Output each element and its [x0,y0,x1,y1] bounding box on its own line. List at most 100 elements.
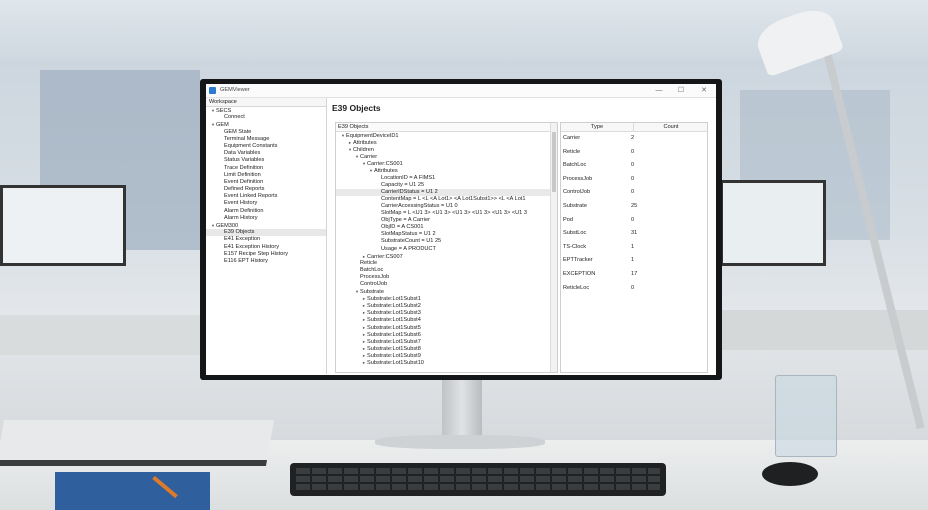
column-header-type[interactable]: Type [561,123,633,132]
tree-node[interactable]: ▸ Substrate:Lot1Subst5 [336,324,557,331]
tree-node[interactable]: ObjType = A Carrier [336,217,557,224]
sidebar-item[interactable]: Event Linked Reports [206,193,326,200]
tree-node-label: ControlJob [360,280,388,287]
tree-node[interactable]: BatchLoc [336,267,557,274]
table-row[interactable]: EXCEPTION 17 [561,268,707,282]
table-row[interactable]: Carrier 2 [561,132,707,146]
background-monitor-left [0,185,126,266]
app-icon [209,87,216,94]
tree-node[interactable]: Usage = A PRODUCT [336,246,557,253]
table-row[interactable]: Reticle 0 [561,146,707,160]
count-cell: 0 [631,189,635,196]
sidebar-item[interactable]: Equipment Constants [206,143,326,150]
sidebar-item[interactable]: ▾ GEM [206,121,326,128]
tree-node[interactable]: ▸ Substrate:Lot1Subst3 [336,309,557,316]
scrollbar-thumb[interactable] [552,132,556,192]
sidebar-item[interactable]: E157 Recipe Step History [206,251,326,258]
sidebar-item[interactable]: Defined Reports [206,186,326,193]
tree-node[interactable]: ▸ Carrier:CS007 [336,253,557,260]
tree-node[interactable]: ControlJob [336,281,557,288]
table-row[interactable]: ReticleLoc 0 [561,282,707,296]
app-window: GEMViewer — ☐ ✕ Workspace ▾ SECS Connect ▾ G… [206,84,716,375]
sidebar-item-label: Trace Definition [224,164,263,171]
table-row[interactable]: Pod 0 [561,214,707,228]
sidebar-item-label: Equipment Constants [224,142,278,149]
tree-node-label: Substrate:Lot1Subst4 [367,317,421,324]
tree-node-label: LocationID = A FIMS1 [381,174,436,181]
sidebar-item-label: Data Variables [224,150,261,157]
tree-node[interactable]: ▸ Substrate:Lot1Subst9 [336,352,557,359]
tree-node[interactable]: ▸ Substrate:Lot1Subst6 [336,331,557,338]
tree-node[interactable]: LocationID = A FIMS1 [336,175,557,182]
sidebar-item[interactable]: ▾ GEM300 [206,222,326,229]
type-cell: TS-Clock [563,243,586,250]
sidebar-item[interactable]: Event History [206,200,326,207]
tree-node[interactable]: ▾ Carrier [336,153,557,160]
tree-node[interactable]: Capacity = U1 25 [336,182,557,189]
window-title: GEMViewer [220,87,250,93]
sidebar-item[interactable]: Trace Definition [206,165,326,172]
column-header-count[interactable]: Count [633,123,707,132]
table-row[interactable]: Substrate 25 [561,200,707,214]
sidebar-item[interactable]: Data Variables [206,150,326,157]
sidebar-item[interactable]: Limit Definition [206,172,326,179]
table-row[interactable]: ControlJob 0 [561,186,707,200]
tree-node[interactable]: ProcessJob [336,274,557,281]
minimize-button[interactable]: — [653,86,665,95]
tree-node[interactable]: SlotMap = L <U1 3> <U1 3> <U1 3> <U1 3> … [336,210,557,217]
tree-node[interactable]: SlotMapStatus = U1 2 [336,231,557,238]
tree-node[interactable]: ▸ Substrate:Lot1Subst7 [336,338,557,345]
tree-node-label: Carrier [360,154,378,161]
tree-node-label: SubstrateCount = U1 25 [381,238,442,245]
tree-node[interactable]: ▾ Substrate [336,288,557,295]
tree-node[interactable]: ▸ Substrate:Lot1Subst4 [336,316,557,323]
tree-scrollbar[interactable] [550,123,557,372]
sidebar-item[interactable]: Event Definition [206,179,326,186]
sidebar-item[interactable]: Connect [206,114,326,121]
tree-node-label: Substrate:Lot1Subst1 [367,296,421,303]
pen-cup [775,375,837,457]
tree-node[interactable]: ▸ Substrate:Lot1Subst10 [336,359,557,366]
tree-node[interactable]: ▾ Children [336,146,557,153]
sidebar-item[interactable]: E41 Exception [206,236,326,243]
tree-node-label: Substrate:Lot1Subst3 [367,310,421,317]
tree-node[interactable]: ContentMap = L <L <A Lot1> <A Lot1Subst1… [336,196,557,203]
table-row[interactable]: TS-Clock 1 [561,241,707,255]
tree-node[interactable]: CarrierIDStatus = U1 2 [336,188,557,196]
sidebar-item[interactable]: GEM State [206,129,326,136]
sidebar-item[interactable]: E41 Exception History [206,244,326,251]
monitor-stand-neck [442,376,482,438]
sidebar-item[interactable]: Terminal Message [206,136,326,143]
sidebar-item[interactable]: Alarm History [206,215,326,222]
table-row[interactable]: EPTTracker 1 [561,254,707,268]
maximize-button[interactable]: ☐ [675,86,687,95]
tree-node[interactable]: ▾ EquipmentDeviceID1 [336,132,557,139]
table-row[interactable]: BatchLoc 0 [561,159,707,173]
clipboard-papers [0,420,275,466]
tree-node[interactable]: ▸ Substrate:Lot1Subst1 [336,295,557,302]
sidebar-item[interactable]: Alarm Definition [206,208,326,215]
sidebar-item[interactable]: E116 EPT History [206,258,326,265]
table-row[interactable]: ProcessJob 0 [561,173,707,187]
sidebar-item[interactable]: Status Variables [206,157,326,164]
type-cell: EXCEPTION [563,271,596,277]
close-button[interactable]: ✕ [698,86,710,95]
tree-node[interactable]: ▾ Attributes [336,167,557,174]
sidebar-item[interactable]: ▾ SECS [206,107,326,114]
count-cell: 2 [631,135,635,141]
tree-node[interactable]: ObjID = A CS001 [336,224,557,231]
tree-node-label: Usage = A PRODUCT [381,245,436,252]
sidebar-item[interactable]: E39 Objects [206,229,326,237]
tree-node[interactable]: ▾ Carrier:CS001 [336,160,557,167]
tree-node[interactable]: Reticle [336,260,557,267]
tree-node[interactable]: ▸ Substrate:Lot1Subst2 [336,302,557,309]
tree-node[interactable]: ▸ Attributes [336,139,557,146]
tree-node-label: Substrate:Lot1Subst7 [367,338,421,345]
table-row[interactable]: SubstLoc 31 [561,227,707,241]
tree-node-label: ObjID = A CS001 [381,224,424,231]
tree-node[interactable]: SubstrateCount = U1 25 [336,238,557,245]
sidebar-header: Workspace [206,98,326,107]
tree-node[interactable]: ▸ Substrate:Lot1Subst8 [336,345,557,352]
tree-node-label: Substrate:Lot1Subst5 [367,324,421,331]
tree-node[interactable]: CarrierAccessingStatus = U1 0 [336,203,557,210]
